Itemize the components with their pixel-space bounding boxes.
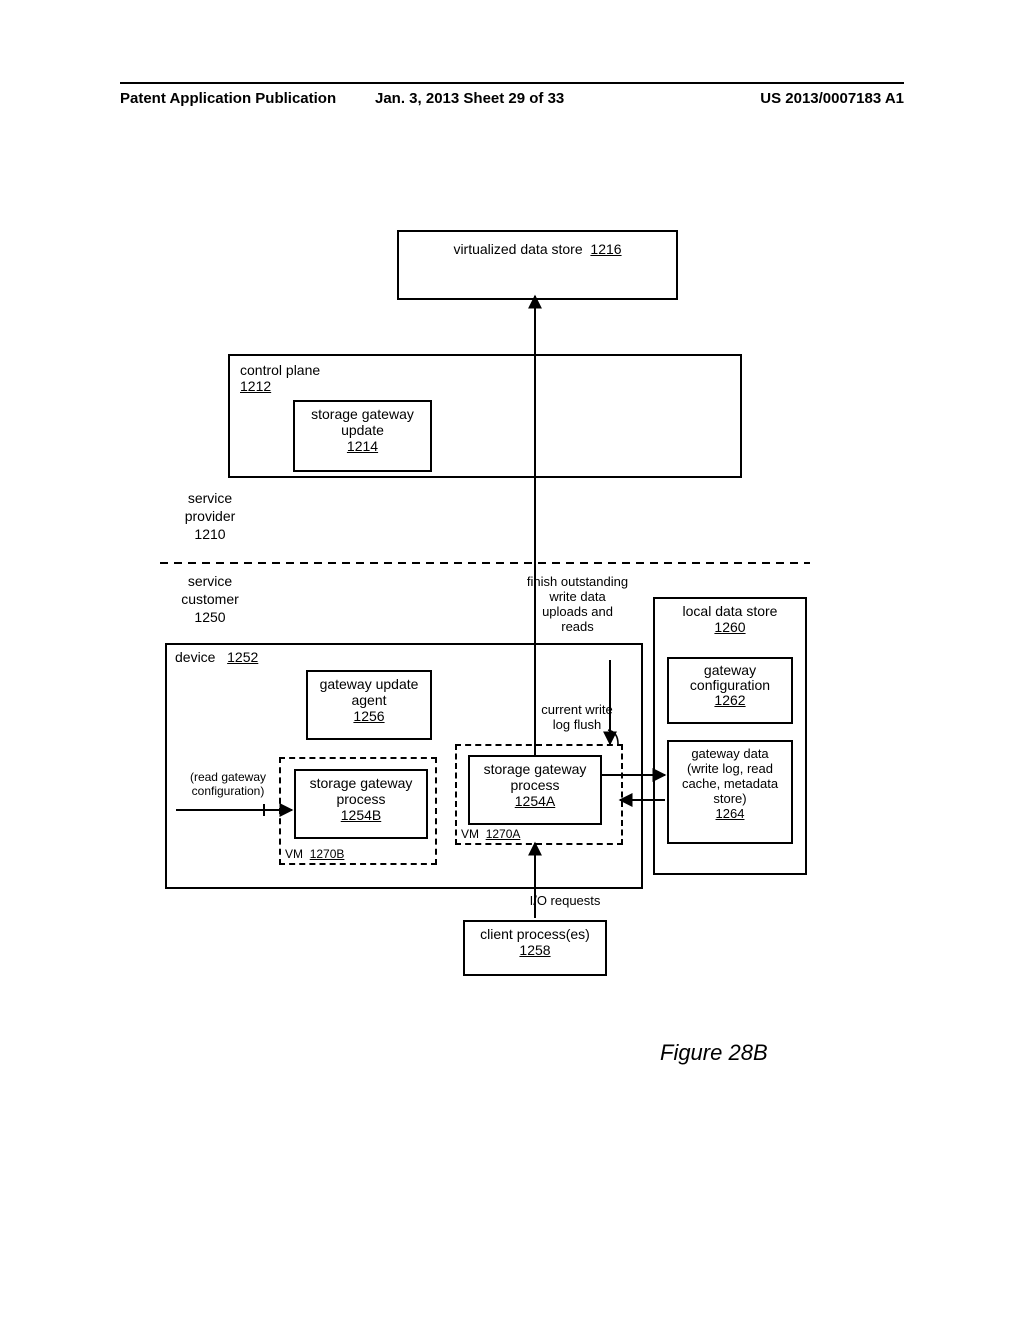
box-gateway-data: gateway data (write log, read cache, met… — [667, 740, 793, 844]
header-right: US 2013/0007183 A1 — [760, 90, 904, 107]
sc-num: 1250 — [170, 608, 250, 626]
gd-l1: gateway data — [669, 746, 791, 761]
cp-proc-label: client process(es) — [465, 926, 605, 942]
label-finish-outstanding: finish outstanding write data uploads an… — [515, 574, 640, 634]
sgp-b-l1: storage gateway — [296, 775, 426, 791]
gd-l2: (write log, read — [669, 761, 791, 776]
lds-label: local data store — [655, 603, 805, 619]
gua-l2: agent — [308, 692, 430, 708]
gua-num: 1256 — [308, 708, 430, 724]
gua-l1: gateway update — [308, 676, 430, 692]
gc-l2: configuration — [669, 678, 791, 693]
box-gateway-update-agent: gateway update agent 1256 — [306, 670, 432, 740]
header-mid: Jan. 3, 2013 Sheet 29 of 33 — [375, 90, 564, 107]
box-storage-gateway-update: storage gateway update 1214 — [293, 400, 432, 472]
box-virtualized-data-store: virtualized data store 1216 — [397, 230, 678, 300]
label-io-requests: I/O requests — [520, 893, 610, 908]
sc-l1: service — [170, 572, 250, 590]
figure-caption: Figure 28B — [660, 1040, 768, 1066]
rgconf1: (read gateway — [178, 770, 278, 784]
vm-a-label: VM — [461, 827, 479, 841]
ioreq: I/O requests — [530, 893, 601, 908]
sp-l2: provider — [170, 507, 250, 525]
rgconf2: configuration) — [178, 784, 278, 798]
sgp-a-num: 1254A — [470, 793, 600, 809]
label-service-customer: service customer 1250 — [170, 572, 250, 626]
gc-l1: gateway — [669, 663, 791, 678]
box-sgp-b: storage gateway process 1254B — [294, 769, 428, 839]
vds-num: 1216 — [590, 241, 621, 257]
cp-label: control plane — [240, 362, 740, 378]
flush2: log flush — [532, 717, 622, 732]
gd-l4: store) — [669, 791, 791, 806]
device-label: device — [175, 649, 215, 665]
sgu-label1: storage gateway — [295, 406, 430, 422]
device-num: 1252 — [227, 649, 258, 665]
finish3: uploads and — [515, 604, 640, 619]
box-gateway-configuration: gateway configuration 1262 — [667, 657, 793, 724]
vm-a-num: 1270A — [486, 827, 521, 841]
label-read-gateway-configuration: (read gateway configuration) — [178, 770, 278, 798]
cp-proc-num: 1258 — [465, 942, 605, 958]
sgu-label2: update — [295, 422, 430, 438]
sgp-b-l2: process — [296, 791, 426, 807]
sgp-a-l2: process — [470, 777, 600, 793]
finish1: finish outstanding — [515, 574, 640, 589]
header-left: Patent Application Publication — [120, 90, 336, 107]
page: Patent Application Publication Jan. 3, 2… — [0, 0, 1024, 1320]
vm-b-label: VM — [285, 847, 303, 861]
box-sgp-a: storage gateway process 1254A — [468, 755, 602, 825]
finish4: reads — [515, 619, 640, 634]
label-current-write-log-flush: current write log flush — [532, 702, 622, 732]
box-client-processes: client process(es) 1258 — [463, 920, 607, 976]
finish2: write data — [515, 589, 640, 604]
sc-l2: customer — [170, 590, 250, 608]
lds-num: 1260 — [655, 619, 805, 635]
sgu-num: 1214 — [295, 438, 430, 454]
flush1: current write — [532, 702, 622, 717]
page-header: Patent Application Publication Jan. 3, 2… — [120, 82, 904, 88]
gd-num: 1264 — [669, 806, 791, 821]
vm-b-num: 1270B — [310, 847, 345, 861]
sp-num: 1210 — [170, 525, 250, 543]
label-service-provider: service provider 1210 — [170, 489, 250, 543]
vds-label: virtualized data store — [453, 241, 582, 257]
cp-num: 1212 — [240, 378, 740, 394]
sgp-b-num: 1254B — [296, 807, 426, 823]
gc-num: 1262 — [669, 693, 791, 708]
gd-l3: cache, metadata — [669, 776, 791, 791]
sp-l1: service — [170, 489, 250, 507]
sgp-a-l1: storage gateway — [470, 761, 600, 777]
